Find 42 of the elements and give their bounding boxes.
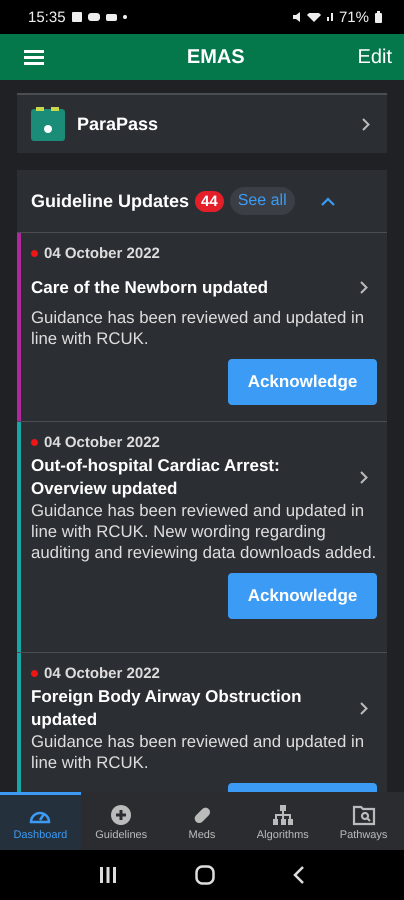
home-icon[interactable] [195,865,215,885]
hierarchy-icon [270,804,295,826]
recent-apps-icon[interactable] [99,867,117,883]
battery-level: 71% [338,8,369,26]
chevron-icon [360,280,368,294]
signal-icon [326,13,333,21]
nav-tab[interactable]: Meds [162,792,242,850]
edit-button[interactable]: Edit [358,46,392,68]
nav-tab[interactable]: Dashboard [0,792,81,850]
status-time: 15:35 [28,8,66,26]
chevron-icon [362,118,370,130]
count-badge: 44 [195,190,224,212]
wifi-icon [306,12,321,22]
app-logo-icon [31,107,65,141]
plus-circle-icon [109,804,134,826]
chevron-icon [360,702,368,714]
see-all-button[interactable]: See all [230,187,295,215]
update-date: 04 October 2022 [44,434,160,450]
nav-tab[interactable]: Pathways [323,792,404,850]
nav-tab[interactable]: Algorithms [242,792,324,850]
shortcut-item[interactable]: ParaPass [17,95,387,153]
back-icon[interactable] [293,866,305,884]
menu-icon[interactable] [24,49,44,65]
dot-icon [122,15,127,19]
update-title: Care of the Newborn updated [31,276,270,298]
mute-icon [292,12,301,22]
update-description: Guidance has been reviewed and updated in line with RCUK. [31,307,366,349]
update-description: Guidance has been reviewed and updated in line with RCUK. New wording regarding auditing and reviewing data downloads added. [31,500,377,563]
update-title: Out-of-hospital Cardiac Arrest: Overview updated [31,455,281,500]
update-title: Foreign Body Airway Obstruction updated [31,686,302,731]
section-title: Guideline Updates [31,190,190,212]
update-item[interactable] [17,422,387,653]
update-date: 04 October 2022 [44,244,160,262]
nav-tab[interactable]: Guidelines [80,792,162,850]
chevron-icon [360,470,368,484]
update-date: 04 October 2022 [44,664,160,682]
battery-icon [375,11,382,23]
update-description: Guidance has been reviewed and updated in line with RCUK. [31,731,366,773]
folder-icon [352,804,376,826]
app-title: EMAS [186,46,246,68]
update-item[interactable]: 04 October 2022 Care of the Newborn updated Guidance has been reviewed and updated in line with RCUK. Acknowledge [17,233,387,422]
collapse-caret-icon[interactable] [320,196,335,206]
